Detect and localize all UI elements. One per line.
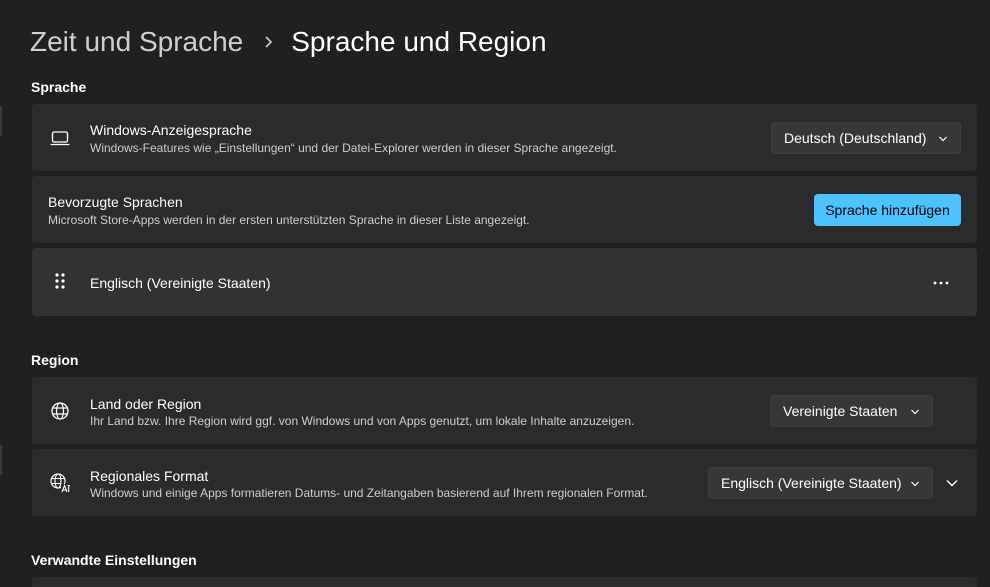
breadcrumb-parent[interactable]: Zeit und Sprache [30,26,243,58]
chevron-down-icon [939,136,947,142]
related-settings-card [32,577,977,587]
display-language-title: Windows-Anzeigesprache [90,122,252,138]
window-edge-mark [0,445,2,475]
country-region-value: Vereinigte Staaten [783,403,898,419]
window-edge-mark [0,106,2,136]
section-heading-related: Verwandte Einstellungen [31,552,197,568]
regional-format-title: Regionales Format [90,468,209,484]
preferred-languages-title: Bevorzugte Sprachen [48,194,183,210]
display-language-description: Windows-Features wie „Einstellungen“ und… [90,141,617,155]
chevron-right-icon [265,36,273,48]
preferred-languages-description: Microsoft Store-Apps werden in der erste… [48,213,530,227]
chevron-down-icon [911,409,919,415]
country-region-card: Land oder Region Ihr Land bzw. Ihre Regi… [32,377,977,444]
chevron-down-icon [911,481,919,487]
display-language-card: Windows-Anzeigesprache Windows-Features … [32,104,977,171]
regional-format-description: Windows und einige Apps formatieren Datu… [90,486,648,500]
globe-icon [51,402,69,420]
language-name: Englisch (Vereinigte Staaten) [90,275,271,291]
more-options-icon[interactable] [930,272,952,294]
country-region-dropdown[interactable]: Vereinigte Staaten [770,395,933,427]
drag-handle-icon[interactable] [50,271,72,293]
regional-format-icon [50,473,70,493]
expand-chevron-icon[interactable] [945,476,959,490]
laptop-icon [50,131,70,146]
preferred-languages-card: Bevorzugte Sprachen Microsoft Store-Apps… [32,176,977,243]
country-region-title: Land oder Region [90,396,202,412]
page-title: Sprache und Region [291,26,547,57]
regional-format-dropdown[interactable]: Englisch (Vereinigte Staaten) [708,467,933,499]
breadcrumb: Zeit und Sprache Sprache und Region [30,22,547,62]
regional-format-value: Englisch (Vereinigte Staaten) [721,475,902,491]
language-list-item[interactable]: Englisch (Vereinigte Staaten) [32,248,977,316]
display-language-dropdown[interactable]: Deutsch (Deutschland) [771,122,961,154]
add-language-button[interactable]: Sprache hinzufügen [814,194,961,226]
section-heading-region: Region [31,352,79,368]
regional-format-card[interactable]: Regionales Format Windows und einige App… [32,449,977,516]
country-region-description: Ihr Land bzw. Ihre Region wird ggf. von … [90,414,635,428]
display-language-value: Deutsch (Deutschland) [784,130,927,146]
section-heading-sprache: Sprache [31,79,87,95]
